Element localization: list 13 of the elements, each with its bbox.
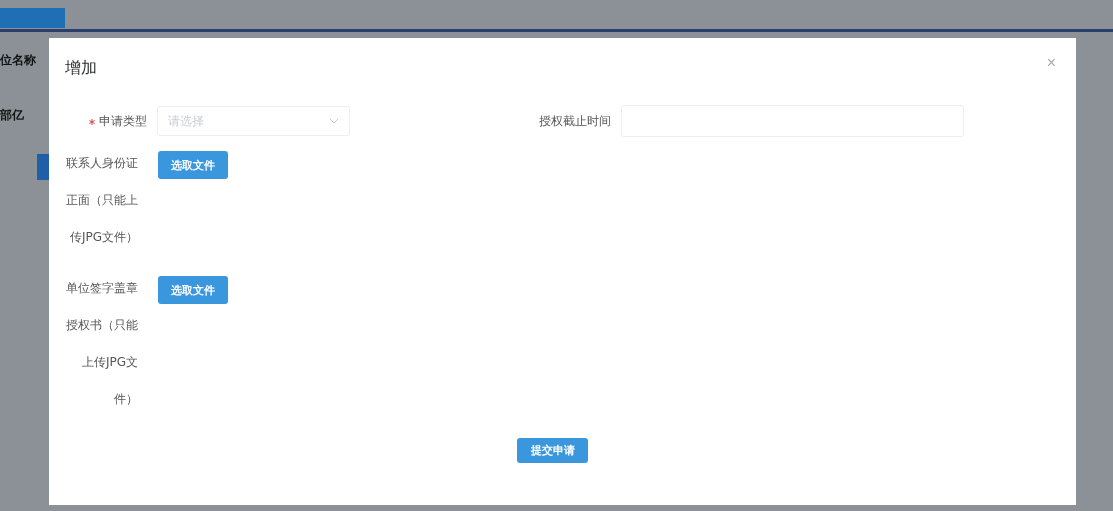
field-label: 申请类型 — [65, 112, 157, 130]
background-label: 部亿 — [0, 107, 25, 124]
upload-label: 联系人身份证正面（只能上传JPG文件） — [65, 155, 138, 246]
chevron-down-icon — [329, 118, 339, 124]
upload-label: 单位签字盖章授权书（只能上传JPG文件） — [65, 280, 138, 408]
choose-file-button[interactable]: 选取文件 — [158, 151, 228, 179]
nav-tab[interactable] — [0, 8, 65, 28]
close-button[interactable]: × — [1042, 53, 1060, 72]
submit-button[interactable]: 提交申请 — [517, 438, 588, 463]
choose-file-button[interactable]: 选取文件 — [158, 276, 228, 304]
field-label: 授权截止时间 — [538, 112, 612, 130]
background-label: 位名称 — [0, 52, 37, 69]
dialog-title: 增加 — [65, 58, 97, 79]
